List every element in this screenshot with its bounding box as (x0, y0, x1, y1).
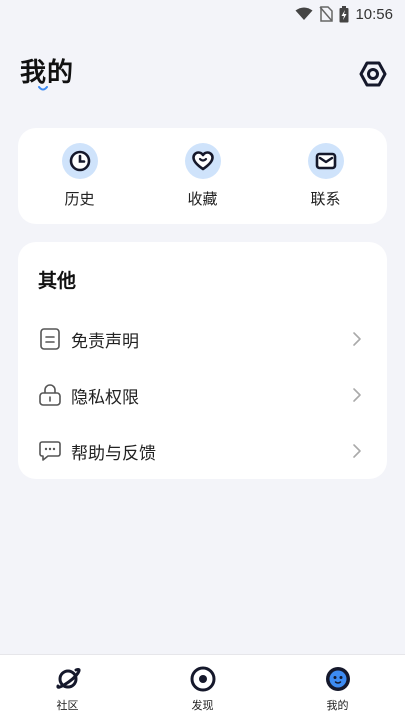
settings-hexagon-icon[interactable] (359, 60, 387, 88)
status-time: 10:56 (355, 5, 393, 23)
tab-community[interactable]: 社区 (0, 655, 135, 720)
chat-bubble-icon (39, 441, 61, 461)
page-title: 我的 (20, 58, 75, 88)
tab-label-community: 社区 (56, 699, 79, 712)
tab-label-discover: 发现 (191, 699, 214, 712)
other-card: 其他 免责声明 隐私权限 帮助与反馈 (18, 242, 387, 479)
status-bar: 10:56 (0, 0, 405, 28)
menu-label-help-feedback: 帮助与反馈 (71, 443, 156, 464)
title-accent-mark (38, 86, 48, 91)
contact-button[interactable]: 联系 (264, 128, 387, 224)
menu-item-privacy[interactable]: 隐私权限 (18, 372, 387, 418)
favorites-button[interactable]: 收藏 (141, 128, 264, 224)
menu-item-help-feedback[interactable]: 帮助与反馈 (18, 428, 387, 474)
face-icon (325, 667, 350, 691)
no-sim-icon (319, 6, 334, 22)
chevron-right-icon (353, 332, 361, 346)
clock-icon (61, 143, 98, 179)
favorites-label: 收藏 (187, 190, 218, 208)
tab-discover[interactable]: 发现 (135, 655, 270, 720)
tab-mine[interactable]: 我的 (270, 655, 405, 720)
mail-icon (307, 143, 344, 179)
header: 我的 (18, 52, 387, 96)
tab-label-mine: 我的 (326, 699, 349, 712)
planet-icon (55, 667, 81, 689)
history-button[interactable]: 历史 (18, 128, 141, 224)
bottom-tab-bar: 社区 发现 我的 (0, 654, 405, 720)
quick-actions-card: 历史 收藏 联系 (18, 128, 387, 224)
wifi-icon (295, 7, 313, 20)
section-title: 其他 (38, 270, 77, 292)
heart-icon (184, 143, 221, 179)
menu-label-privacy: 隐私权限 (71, 387, 139, 408)
history-label: 历史 (64, 190, 95, 208)
contact-label: 联系 (310, 190, 341, 208)
menu-label-disclaimer: 免责声明 (71, 331, 139, 352)
eye-target-icon (190, 666, 215, 692)
battery-charging-icon (339, 5, 349, 22)
document-icon (40, 328, 60, 350)
chevron-right-icon (353, 444, 361, 458)
chevron-right-icon (353, 388, 361, 402)
menu-item-disclaimer[interactable]: 免责声明 (18, 316, 387, 362)
lock-icon (39, 384, 61, 406)
